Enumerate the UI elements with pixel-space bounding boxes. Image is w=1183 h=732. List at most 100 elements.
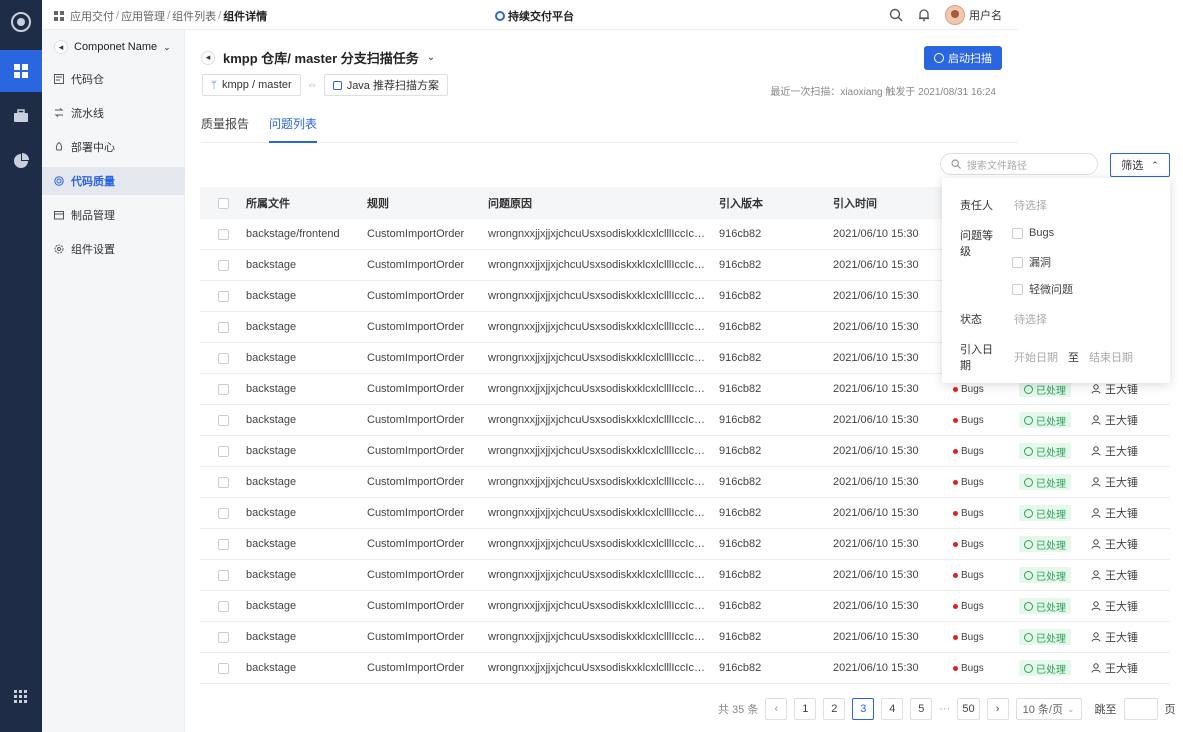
- assignee-select[interactable]: 待选择: [1014, 197, 1047, 213]
- person-icon: [1091, 477, 1101, 487]
- page-button[interactable]: 5: [910, 698, 933, 720]
- component-selector[interactable]: ◂ Componet Name ⌄: [54, 40, 171, 54]
- scheme-chip[interactable]: Java 推荐扫描方案: [323, 74, 448, 96]
- table-row[interactable]: backstage CustomImportOrder wrongnxxjjxjjx…: [200, 529, 1170, 560]
- row-checkbox[interactable]: [200, 259, 246, 271]
- cell-file[interactable]: backstage: [246, 538, 367, 550]
- row-checkbox[interactable]: [200, 445, 246, 457]
- avatar[interactable]: [945, 5, 965, 25]
- level-option-minor[interactable]: 轻微问题: [1012, 281, 1073, 297]
- status-text: 已处理: [1036, 509, 1066, 521]
- table-row[interactable]: backstage CustomImportOrder wrongnxxjjxjjx…: [200, 467, 1170, 498]
- toolbox-icon[interactable]: [0, 95, 42, 137]
- start-scan-button[interactable]: 启动扫描: [924, 46, 1002, 70]
- app-logo-icon[interactable]: [11, 12, 31, 32]
- row-checkbox[interactable]: [200, 321, 246, 333]
- page-button[interactable]: 1: [794, 698, 817, 720]
- sidebar-item-deploy[interactable]: 部署中心: [42, 133, 185, 161]
- back-icon[interactable]: ◂: [54, 40, 68, 54]
- cell-file[interactable]: backstage/frontend: [246, 228, 367, 240]
- quality-icon: [54, 176, 64, 186]
- bell-icon[interactable]: [917, 8, 931, 22]
- table-row[interactable]: backstage CustomImportOrder wrongnxxjjxjjx…: [200, 653, 1170, 684]
- table-row[interactable]: backstage CustomImportOrder wrongnxxjjxjjx…: [200, 622, 1170, 653]
- cell-file[interactable]: backstage: [246, 662, 367, 674]
- cell-file[interactable]: backstage: [246, 259, 367, 271]
- cell-file[interactable]: backstage: [246, 414, 367, 426]
- sidebar-item-repo[interactable]: 代码仓: [42, 65, 185, 93]
- menu-grid-icon[interactable]: [0, 676, 42, 718]
- select-all-checkbox[interactable]: [200, 197, 246, 209]
- back-icon[interactable]: ◂: [201, 50, 215, 65]
- next-page-button[interactable]: ›: [986, 698, 1009, 720]
- row-checkbox[interactable]: [200, 290, 246, 302]
- date-end-input[interactable]: 结束日期: [1089, 349, 1133, 365]
- chevron-down-icon[interactable]: ⌄: [427, 52, 435, 63]
- row-checkbox[interactable]: [200, 414, 246, 426]
- search-icon[interactable]: [889, 8, 903, 22]
- cell-reason: wrongnxxjjxjjxjchcuUsxsodiskxklcxlclllIc…: [488, 631, 710, 643]
- date-start-input[interactable]: 开始日期: [1014, 349, 1058, 365]
- cell-owner: 王大锤: [1091, 629, 1161, 645]
- status-select[interactable]: 待选择: [1014, 311, 1047, 327]
- checkbox[interactable]: [1012, 256, 1023, 268]
- cell-file[interactable]: backstage: [246, 445, 367, 457]
- breadcrumb-item[interactable]: 应用管理: [121, 8, 165, 24]
- status-badge: 已处理: [1019, 412, 1071, 428]
- apps-grid-icon[interactable]: [0, 50, 42, 92]
- row-checkbox[interactable]: [200, 538, 246, 550]
- checkbox[interactable]: [1012, 227, 1023, 239]
- tab-issue-list[interactable]: 问题列表: [269, 115, 318, 143]
- level-option-vulnerability[interactable]: 漏洞: [1012, 254, 1051, 270]
- row-checkbox[interactable]: [200, 569, 246, 581]
- row-checkbox[interactable]: [200, 600, 246, 612]
- table-row[interactable]: backstage CustomImportOrder wrongnxxjjxjjx…: [200, 498, 1170, 529]
- cell-file[interactable]: backstage: [246, 383, 367, 395]
- sidebar-item-pipeline[interactable]: 流水线: [42, 99, 185, 127]
- cell-file[interactable]: backstage: [246, 631, 367, 643]
- page-button-current[interactable]: 3: [852, 698, 875, 720]
- breadcrumb-item[interactable]: 组件列表: [172, 8, 216, 24]
- cell-file[interactable]: backstage: [246, 321, 367, 333]
- table-row[interactable]: backstage CustomImportOrder wrongnxxjjxjjx…: [200, 591, 1170, 622]
- row-checkbox[interactable]: [200, 631, 246, 643]
- row-checkbox[interactable]: [200, 507, 246, 519]
- row-checkbox[interactable]: [200, 662, 246, 674]
- search-input[interactable]: 搜索文件路径: [940, 153, 1098, 175]
- jump-page-input[interactable]: [1123, 698, 1158, 720]
- prev-page-button[interactable]: ‹: [765, 698, 788, 720]
- row-checkbox[interactable]: [200, 352, 246, 364]
- status-text: 已处理: [1036, 540, 1066, 552]
- tab-quality-report[interactable]: 质量报告: [201, 115, 249, 143]
- sidebar-item-settings[interactable]: 组件设置: [42, 235, 185, 263]
- sidebar-item-quality[interactable]: 代码质量: [42, 167, 185, 195]
- date-label: 引入日期: [960, 344, 993, 372]
- breadcrumb-item[interactable]: 应用交付: [70, 8, 114, 24]
- row-checkbox[interactable]: [200, 383, 246, 395]
- table-row[interactable]: backstage CustomImportOrder wrongnxxjjxjjx…: [200, 436, 1170, 467]
- cell-file[interactable]: backstage: [246, 352, 367, 364]
- checkbox[interactable]: [1012, 283, 1023, 295]
- page-size-select[interactable]: 10 条/页 ⌄: [1015, 698, 1082, 720]
- table-row[interactable]: backstage CustomImportOrder wrongnxxjjxjjx…: [200, 560, 1170, 591]
- pie-chart-icon[interactable]: [0, 140, 42, 182]
- page-ellipsis[interactable]: ···: [939, 703, 950, 715]
- page-button[interactable]: 4: [881, 698, 904, 720]
- cell-file[interactable]: backstage: [246, 569, 367, 581]
- level-option-bugs[interactable]: Bugs: [1012, 227, 1054, 239]
- user-name[interactable]: 用户名: [969, 7, 1002, 23]
- cell-file[interactable]: backstage: [246, 476, 367, 488]
- cell-version: 916cb82: [719, 414, 762, 426]
- cell-file[interactable]: backstage: [246, 600, 367, 612]
- page-button[interactable]: 2: [823, 698, 846, 720]
- cell-file[interactable]: backstage: [246, 290, 367, 302]
- row-checkbox[interactable]: [200, 228, 246, 240]
- cell-file[interactable]: backstage: [246, 507, 367, 519]
- sidebar-item-artifact[interactable]: 制品管理: [42, 201, 185, 229]
- table-row[interactable]: backstage CustomImportOrder wrongnxxjjxjjx…: [200, 405, 1170, 436]
- cell-time: 2021/06/10 15:30: [833, 445, 919, 457]
- row-checkbox[interactable]: [200, 476, 246, 488]
- page-button-last[interactable]: 50: [957, 698, 980, 720]
- filter-button[interactable]: 筛选 ⌃: [1110, 153, 1170, 177]
- branch-chip[interactable]: ᛘ kmpp / master: [202, 74, 301, 96]
